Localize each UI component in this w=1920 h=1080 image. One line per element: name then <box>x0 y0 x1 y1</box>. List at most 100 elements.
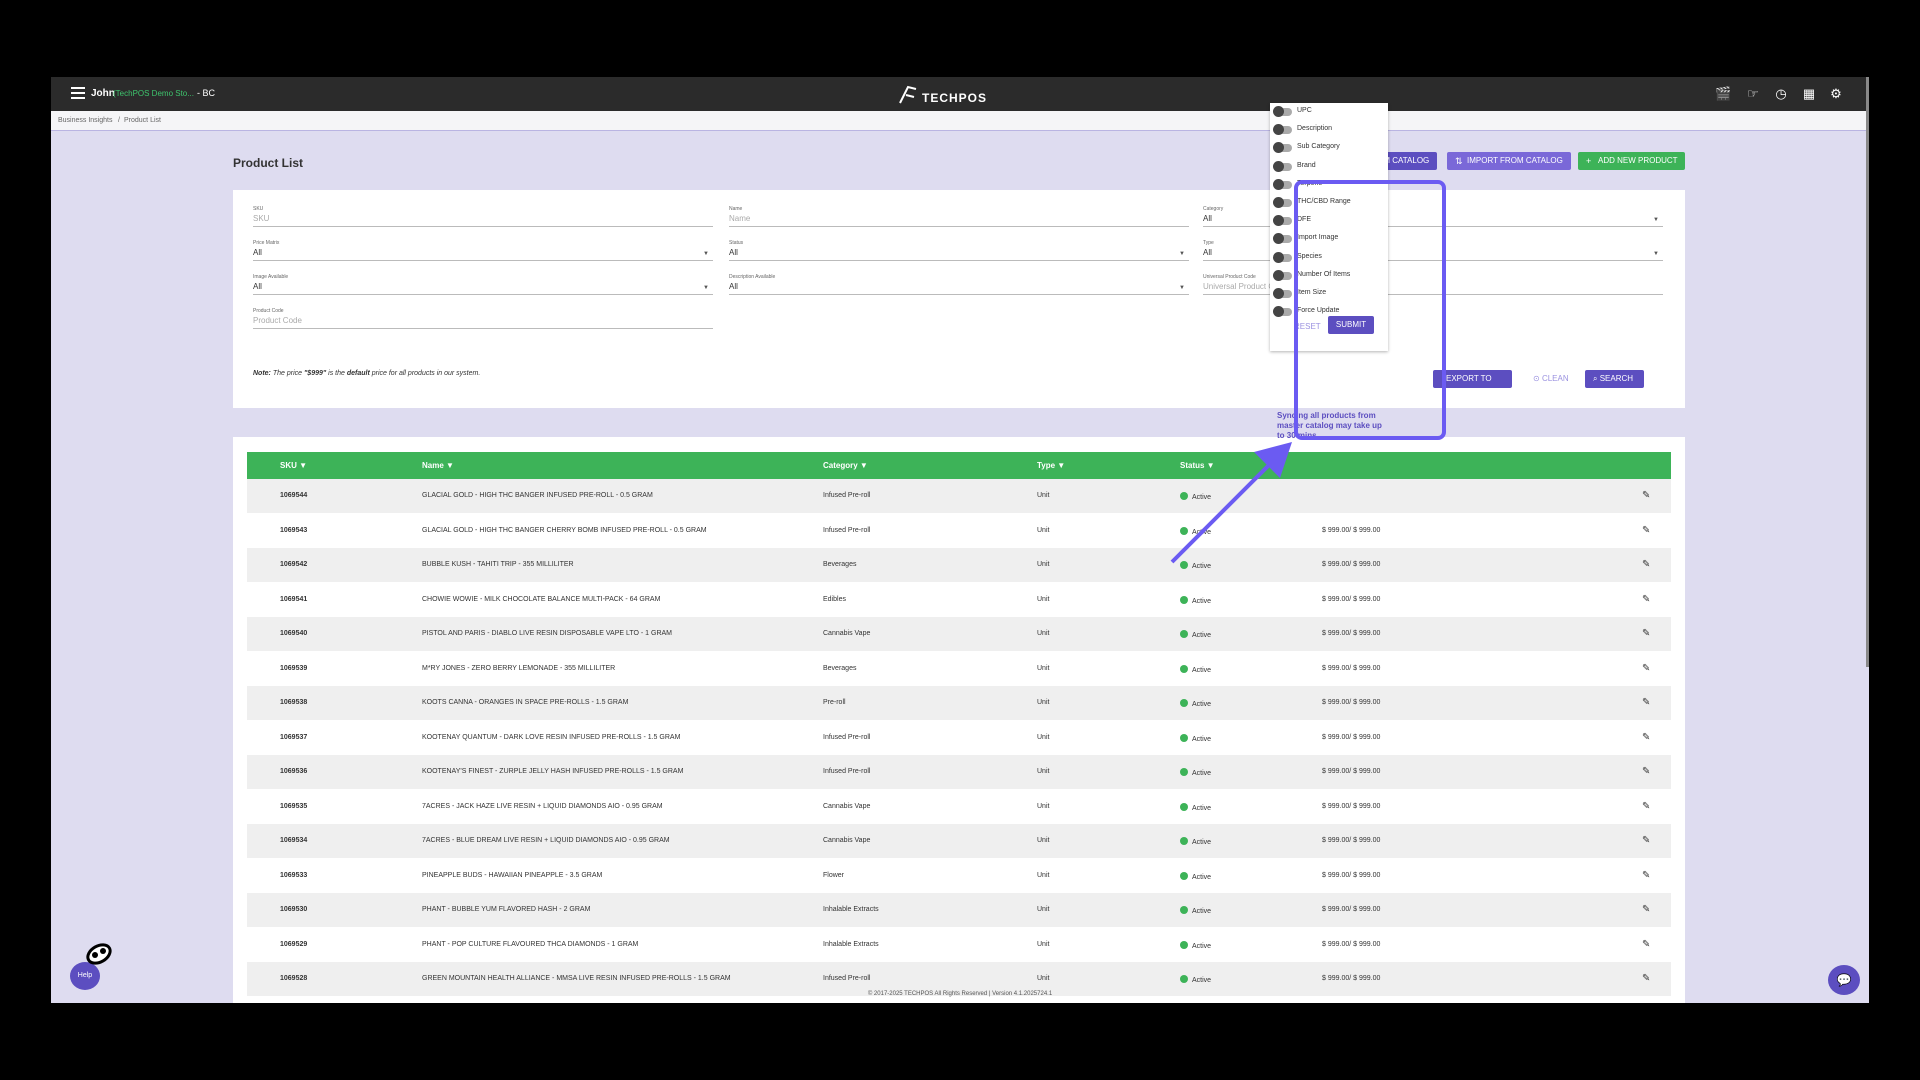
cell-category: Inhalable Extracts <box>823 906 879 913</box>
header-category[interactable]: Category ▼ <box>823 461 868 470</box>
product-table-card: SKU ▼ Name ▼ Category ▼ Type ▼ Status ▼ … <box>233 437 1685 1003</box>
hand-pointer-icon[interactable]: ☞ <box>1745 86 1761 102</box>
name-field[interactable]: Name Name <box>729 206 1189 230</box>
cell-type: Unit <box>1037 526 1050 534</box>
techpos-logo: TECHPOS <box>896 83 986 107</box>
clean-button[interactable]: ⊙ CLEAN <box>1525 370 1573 388</box>
toggle-switch-icon[interactable] <box>1273 233 1292 245</box>
header-name[interactable]: Name ▼ <box>422 461 454 470</box>
table-row[interactable]: 1069534 7ACRES - BLUE DREAM LIVE RESIN + … <box>247 824 1671 858</box>
toggle-switch-icon[interactable] <box>1273 306 1292 318</box>
table-row[interactable]: 1069544 GLACIAL GOLD - HIGH THC BANGER IN… <box>247 479 1671 513</box>
toggle-switch-icon[interactable] <box>1273 197 1292 208</box>
toggle-switch-icon[interactable] <box>1273 251 1292 263</box>
status-dot-icon <box>1180 595 1188 604</box>
table-row[interactable]: 1069529 PHANT - POP CULTURE FLAVOURED THC… <box>247 927 1671 962</box>
cell-type: Unit <box>1037 768 1050 775</box>
table-row[interactable]: 1069541 CHOWIE WOWIE - MILK CHOCOLATE BAL… <box>247 582 1671 617</box>
import-from-catalog-button[interactable]: ⇅ IMPORT FROM CATALOG <box>1447 152 1571 170</box>
store-name[interactable]: (TechPOS Demo Sto... <box>113 89 194 98</box>
toggle-switch-icon[interactable] <box>1273 288 1292 299</box>
cell-category: Beverages <box>823 561 857 568</box>
toggle-switch-icon[interactable] <box>1273 269 1292 281</box>
edit-pencil-icon[interactable]: ✎ <box>1642 525 1650 536</box>
edit-pencil-icon[interactable]: ✎ <box>1642 628 1650 639</box>
cell-category: Infused Pre-roll <box>823 768 871 775</box>
image-available-select[interactable]: Image Available All ▼ <box>253 274 713 298</box>
cell-name: BUBBLE KUSH - TAHITI TRIP - 355 MILLILIT… <box>422 561 574 568</box>
scrollbar[interactable] <box>1866 77 1869 667</box>
header-sku[interactable]: SKU ▼ <box>280 461 307 470</box>
search-button[interactable]: ⌕ SEARCH <box>1585 370 1644 388</box>
toggle-switch-icon[interactable] <box>1273 178 1292 190</box>
price-matrix-select[interactable]: Price Matrix All ▼ <box>253 240 713 264</box>
toggle-switch-icon[interactable] <box>1273 124 1292 136</box>
cell-price: $ 999.00/ $ 999.00 <box>1322 561 1381 568</box>
cell-category: Infused Pre-roll <box>823 526 871 534</box>
cell-sku: 1069535 <box>280 802 308 810</box>
clock-icon[interactable]: ◷ <box>1773 86 1789 102</box>
cell-sku: 1069529 <box>280 940 308 948</box>
toggle-switch-icon[interactable] <box>1273 142 1292 154</box>
export-button-label: EXPORT TO .XLSX <box>1446 374 1492 401</box>
note-default: default <box>346 370 370 377</box>
table-row[interactable]: 1069539 M*RY JONES - ZERO BERRY LEMONADE … <box>247 651 1671 686</box>
product-code-field[interactable]: Product Code Product Code <box>253 308 713 332</box>
table-row[interactable]: 1069536 KOOTENAY'S FINEST - ZURPLE JELLY … <box>247 755 1671 789</box>
page-title: Product List <box>233 156 304 170</box>
table-row[interactable]: 1069540 PISTOL AND PARIS - DIABLO LIVE RE… <box>247 617 1671 651</box>
sync-option-label: Brand <box>1297 161 1316 169</box>
table-row[interactable]: 1069533 PINEAPPLE BUDS - HAWAIIAN PINEAPP… <box>247 858 1671 893</box>
edit-pencil-icon[interactable]: ✎ <box>1642 594 1650 605</box>
calendar-icon[interactable]: ▦ <box>1801 86 1817 102</box>
chat-button[interactable]: 💬 <box>1828 965 1860 995</box>
table-row[interactable]: 1069537 KOOTENAY QUANTUM - DARK LOVE RESI… <box>247 720 1671 755</box>
sync-option-toggle[interactable]: UPC <box>1273 105 1384 119</box>
edit-pencil-icon[interactable]: ✎ <box>1642 490 1650 501</box>
gear-icon[interactable]: ⚙ <box>1828 86 1844 102</box>
edit-pencil-icon[interactable]: ✎ <box>1642 904 1650 915</box>
chevron-down-icon: ▼ <box>703 285 709 291</box>
edit-pencil-icon[interactable]: ✎ <box>1642 939 1650 950</box>
cell-price: $ 999.00/ $ 999.00 <box>1322 526 1381 534</box>
edit-pencil-icon[interactable]: ✎ <box>1642 732 1650 743</box>
edit-pencil-icon[interactable]: ✎ <box>1642 835 1650 846</box>
cell-price: $ 999.00/ $ 999.00 <box>1322 975 1381 982</box>
status-text: Active <box>1192 804 1212 812</box>
hamburger-menu-icon[interactable] <box>71 87 85 99</box>
table-row[interactable]: 1069530 PHANT - BUBBLE YUM FLAVORED HASH … <box>247 893 1671 927</box>
edit-pencil-icon[interactable]: ✎ <box>1642 973 1650 984</box>
edit-pencil-icon[interactable]: ✎ <box>1642 697 1650 708</box>
breadcrumb-business-insights[interactable]: Business Insights <box>58 117 112 124</box>
add-button-label: ADD NEW PRODUCT <box>1598 156 1678 165</box>
edit-pencil-icon[interactable]: ✎ <box>1642 559 1650 570</box>
description-available-select[interactable]: Description Available All ▼ <box>729 274 1189 298</box>
status-text: Active <box>1192 632 1212 639</box>
cell-price: $ 999.00/ $ 999.00 <box>1322 906 1381 913</box>
status-select[interactable]: Status All ▼ <box>729 240 1189 264</box>
header-type[interactable]: Type ▼ <box>1037 461 1065 470</box>
sync-option-toggle[interactable]: Sub Category <box>1273 141 1384 155</box>
search-button-label: SEARCH <box>1599 374 1634 383</box>
status-text: Active <box>1192 701 1212 708</box>
edit-pencil-icon[interactable]: ✎ <box>1642 663 1650 674</box>
status-dot-icon <box>1180 699 1188 707</box>
cell-sku: 1069534 <box>280 837 308 844</box>
toggle-switch-icon[interactable] <box>1273 215 1292 227</box>
edit-pencil-icon[interactable]: ✎ <box>1642 801 1650 812</box>
edit-pencil-icon[interactable]: ✎ <box>1642 766 1650 777</box>
sku-field[interactable]: SKU SKU <box>253 206 713 230</box>
video-icon[interactable]: 🎬 <box>1715 86 1731 102</box>
cell-sku: 1069541 <box>280 595 308 603</box>
sync-option-toggle[interactable]: Description <box>1273 123 1384 137</box>
table-row[interactable]: 1069542 BUBBLE KUSH - TAHITI TRIP - 355 M… <box>247 548 1671 582</box>
table-row[interactable]: 1069538 KOOTS CANNA - ORANGES IN SPACE PR… <box>247 686 1671 720</box>
add-new-product-button[interactable]: + ADD NEW PRODUCT <box>1578 152 1685 170</box>
table-row[interactable]: 1069535 7ACRES - JACK HAZE LIVE RESIN + L… <box>247 789 1671 824</box>
table-row[interactable]: 1069543 GLACIAL GOLD - HIGH THC BANGER CH… <box>247 513 1671 548</box>
cell-status: Active <box>1180 837 1211 846</box>
toggle-switch-icon[interactable] <box>1273 160 1292 172</box>
toggle-switch-icon[interactable] <box>1273 106 1292 117</box>
edit-pencil-icon[interactable]: ✎ <box>1642 870 1650 881</box>
sync-option-toggle[interactable]: Brand <box>1273 160 1384 174</box>
